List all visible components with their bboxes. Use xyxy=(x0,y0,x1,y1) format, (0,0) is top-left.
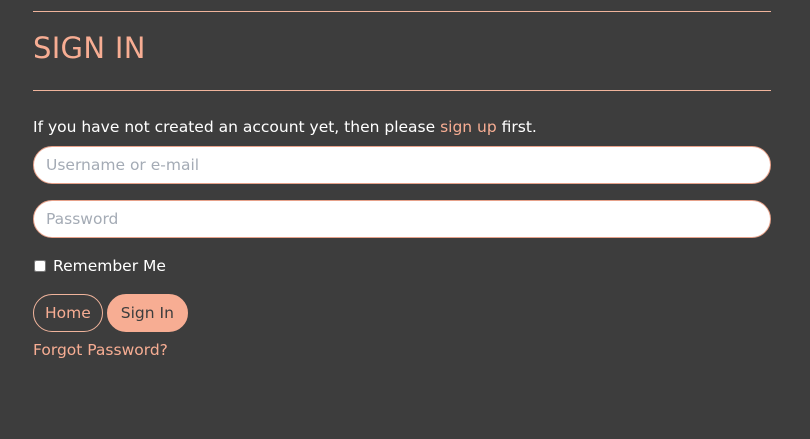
sign-in-panel: SIGN IN If you have not created an accou… xyxy=(33,0,771,359)
remember-me-label[interactable]: Remember Me xyxy=(53,257,166,275)
sign-in-button[interactable]: Sign In xyxy=(106,294,188,332)
button-row: Home Sign In xyxy=(33,294,771,332)
remember-me-checkbox[interactable] xyxy=(34,260,46,272)
intro-text-start: If you have not created an account yet, … xyxy=(33,118,441,136)
top-divider xyxy=(33,11,771,12)
forgot-password-link[interactable]: Forgot Password? xyxy=(33,341,168,359)
password-input[interactable] xyxy=(33,200,771,238)
title-divider xyxy=(33,90,771,91)
sign-up-link[interactable]: sign up xyxy=(440,118,497,136)
username-input[interactable] xyxy=(33,146,771,184)
home-button[interactable]: Home xyxy=(33,294,103,332)
intro-text-end: first. xyxy=(496,118,537,136)
page-title: SIGN IN xyxy=(33,31,146,65)
remember-me-row: Remember Me xyxy=(33,256,771,276)
intro-text: If you have not created an account yet, … xyxy=(33,117,771,137)
